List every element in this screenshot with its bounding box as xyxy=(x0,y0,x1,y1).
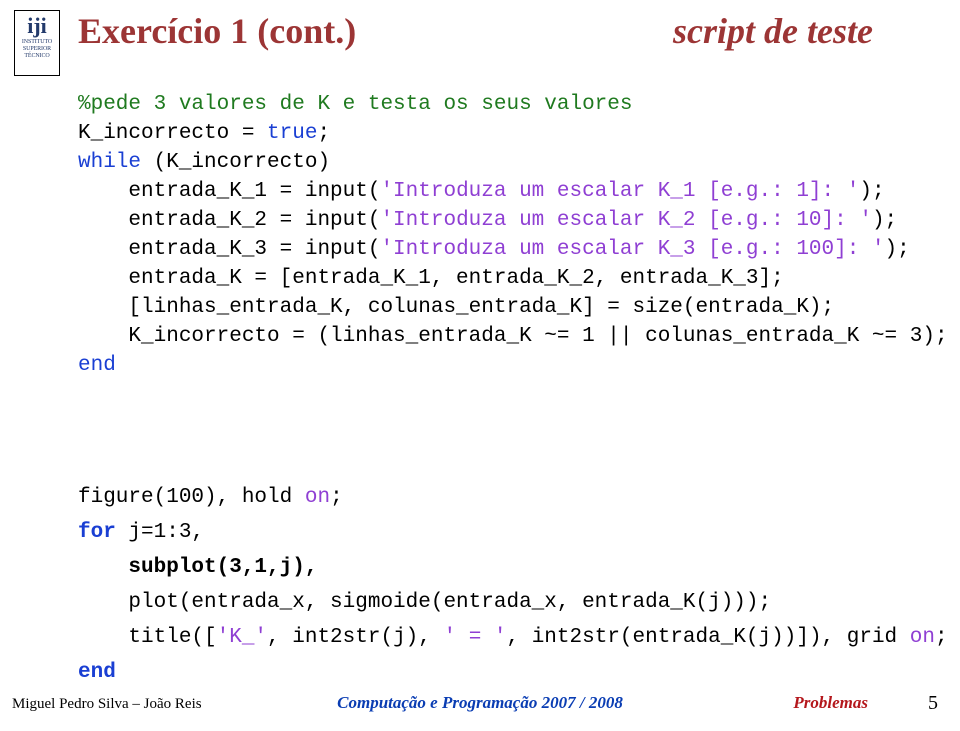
code-keyword: while xyxy=(78,151,141,174)
code-text: entrada_K_2 = input( xyxy=(78,209,380,232)
code-text: , int2str(entrada_K(j))]), grid xyxy=(507,626,910,649)
code-comment: %pede 3 valores de K e testa os seus val… xyxy=(78,93,633,116)
code-text: title([ xyxy=(78,626,217,649)
code-text: plot(entrada_x, sigmoide(entrada_x, entr… xyxy=(78,591,771,614)
code-block-2: figure(100), hold on; for j=1:3, subplot… xyxy=(78,480,953,690)
code-text: [linhas_entrada_K, colunas_entrada_K] = … xyxy=(78,296,834,319)
code-string: 'Introduza um escalar K_2 [e.g.: 10]: ' xyxy=(380,209,871,232)
code-string: ' = ' xyxy=(443,626,506,649)
code-string: 'Introduza um escalar K_1 [e.g.: 1]: ' xyxy=(380,180,859,203)
code-string: 'Introduza um escalar K_3 [e.g.: 100]: ' xyxy=(380,238,884,261)
code-text: entrada_K_1 = input( xyxy=(78,180,380,203)
code-keyword: for xyxy=(78,521,116,544)
code-text: (K_incorrecto) xyxy=(141,151,330,174)
code-text: , int2str(j), xyxy=(267,626,443,649)
logo-abbr: iji xyxy=(27,15,47,37)
code-line: K_incorrecto = xyxy=(78,122,267,145)
code-text: entrada_K_3 = input( xyxy=(78,238,380,261)
code-text: subplot(3,1,j), xyxy=(78,556,317,579)
code-text: ; xyxy=(317,122,330,145)
code-text: entrada_K = [entrada_K_1, entrada_K_2, e… xyxy=(78,267,784,290)
code-text: K_incorrecto = (linhas_entrada_K ~= 1 ||… xyxy=(78,325,948,348)
code-keyword: end xyxy=(78,354,116,377)
code-string: on xyxy=(910,626,935,649)
code-string: 'K_' xyxy=(217,626,267,649)
institution-logo: iji INSTITUTO SUPERIOR TÉCNICO xyxy=(14,10,60,76)
code-text: ); xyxy=(859,180,884,203)
code-text: ; xyxy=(330,486,343,509)
page-number: 5 xyxy=(928,692,938,715)
footer-section: Problemas xyxy=(793,693,868,713)
slide-title: Exercício 1 (cont.) script de teste xyxy=(78,10,918,58)
code-string: on xyxy=(305,486,330,509)
logo-text: INSTITUTO SUPERIOR TÉCNICO xyxy=(22,39,52,60)
code-text: j=1:3, xyxy=(116,521,204,544)
code-keyword: end xyxy=(78,661,116,684)
code-text: figure(100), hold xyxy=(78,486,305,509)
code-block-1: %pede 3 valores de K e testa os seus val… xyxy=(78,90,953,380)
code-text: ); xyxy=(885,238,910,261)
code-keyword: true xyxy=(267,122,317,145)
code-text: ; xyxy=(935,626,948,649)
title-left: Exercício 1 (cont.) xyxy=(78,11,356,51)
slide-page: iji INSTITUTO SUPERIOR TÉCNICO Exercício… xyxy=(0,0,960,731)
title-right: script de teste xyxy=(673,10,873,52)
code-text: ); xyxy=(872,209,897,232)
